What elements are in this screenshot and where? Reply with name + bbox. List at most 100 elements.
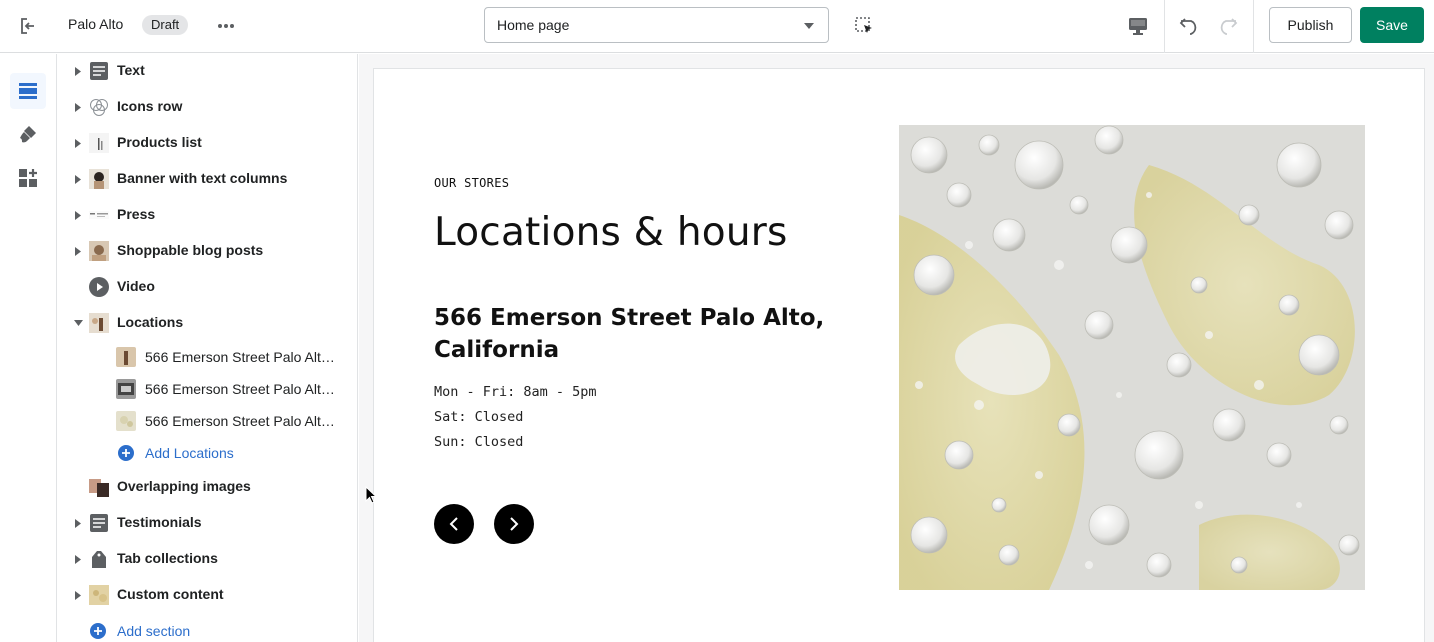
redo-icon <box>1220 18 1238 35</box>
section-eyebrow: OUR STORES <box>434 176 510 190</box>
hours-line: Sun: Closed <box>434 434 524 450</box>
hours-line: Sat: Closed <box>434 409 524 425</box>
section-item-tab-collections[interactable]: Tab collections <box>57 541 357 577</box>
custom-content-thumbnail <box>88 584 110 606</box>
app-embeds-icon <box>19 169 37 187</box>
section-label: Text <box>117 62 145 78</box>
overlapping-images-thumbnail <box>88 476 110 498</box>
rail-app-embeds-button[interactable] <box>10 160 46 196</box>
section-item-text[interactable]: Text <box>57 54 357 89</box>
section-label: Products list <box>117 134 202 150</box>
blog-thumbnail <box>88 240 110 262</box>
location-block-label: 566 Emerson Street Palo Alto, California <box>145 349 341 365</box>
text-section-icon <box>88 60 110 82</box>
store-hours: Mon - Fri: 8am - 5pm Sat: Closed Sun: Cl… <box>434 380 597 455</box>
section-item-shoppable-blog-posts[interactable]: Shoppable blog posts <box>57 233 357 269</box>
chevron-right-icon[interactable] <box>75 591 81 600</box>
chevron-right-icon[interactable] <box>75 211 81 220</box>
exit-icon <box>21 18 34 34</box>
section-label: Shoppable blog posts <box>117 242 264 258</box>
store-name: Palo Alto <box>68 16 124 32</box>
locations-thumbnail <box>88 312 110 334</box>
add-circle-icon <box>90 623 106 639</box>
section-item-custom-content[interactable]: Custom content <box>57 577 357 613</box>
save-button[interactable]: Save <box>1360 7 1424 43</box>
section-item-products-list[interactable]: Products list <box>57 125 357 161</box>
section-item-testimonials[interactable]: Testimonials <box>57 505 357 541</box>
section-item-banner-with-text-columns[interactable]: Banner with text columns <box>57 161 357 197</box>
section-label: Custom content <box>117 586 224 602</box>
section-label: Press <box>117 206 156 222</box>
editor-top-bar: Palo Alto Draft Home page Publish Save <box>0 0 1434 53</box>
location-block-thumbnail <box>116 347 136 367</box>
hours-line: Mon - Fri: 8am - 5pm <box>434 384 597 400</box>
section-item-overlapping-images[interactable]: Overlapping images <box>57 469 357 505</box>
products-list-thumbnail <box>88 132 110 154</box>
press-thumbnail <box>88 204 110 226</box>
page-selector-value: Home page <box>497 17 570 33</box>
oil-bubbles-texture-image <box>899 125 1365 590</box>
location-block-item[interactable]: 566 Emerson Street Palo Alto, California <box>57 405 357 437</box>
section-item-video[interactable]: Video <box>57 269 357 305</box>
location-block-item[interactable]: 566 Emerson Street Palo Alto, California <box>57 373 357 405</box>
desktop-preview-button[interactable] <box>1122 10 1154 42</box>
chevron-right-icon <box>510 517 519 531</box>
more-actions-button[interactable] <box>212 12 240 40</box>
section-item-locations[interactable]: Locations <box>57 305 357 341</box>
chevron-left-icon <box>449 517 458 531</box>
banner-thumbnail <box>88 168 110 190</box>
inspector-toggle-button[interactable] <box>848 10 880 42</box>
chevron-right-icon[interactable] <box>75 519 81 528</box>
sections-panel: Text Icons row Products list Banner with… <box>57 54 358 642</box>
section-label: Icons row <box>117 98 183 114</box>
section-label: Video <box>117 278 155 294</box>
status-badge: Draft <box>142 15 189 35</box>
text-section-icon <box>88 512 110 534</box>
location-block-thumbnail <box>116 379 136 399</box>
sections-icon <box>19 83 37 99</box>
section-label: Testimonials <box>117 514 202 530</box>
location-block-label: 566 Emerson Street Palo Alto, California <box>145 381 341 397</box>
add-section-label: Add section <box>117 623 191 639</box>
publish-button[interactable]: Publish <box>1269 7 1352 43</box>
location-block-label: 566 Emerson Street Palo Alto, California <box>145 413 341 429</box>
rail-theme-settings-button[interactable] <box>10 116 46 152</box>
add-circle-icon <box>118 445 134 461</box>
icons-row-thumbnail <box>88 96 110 118</box>
select-element-icon <box>855 17 872 33</box>
theme-settings-icon <box>20 126 36 143</box>
storefront-preview[interactable]: OUR STORES Locations & hours 566 Emerson… <box>373 68 1425 642</box>
mouse-cursor-icon <box>365 486 377 504</box>
undo-icon <box>1179 18 1197 35</box>
section-item-icons-row[interactable]: Icons row <box>57 89 357 125</box>
undo-button[interactable] <box>1174 10 1206 42</box>
section-item-press[interactable]: Press <box>57 197 357 233</box>
toolbar-divider <box>1253 0 1254 53</box>
chevron-right-icon[interactable] <box>75 103 81 112</box>
exit-editor-button[interactable] <box>10 8 46 44</box>
chevron-right-icon[interactable] <box>75 139 81 148</box>
location-block-thumbnail <box>116 411 136 431</box>
rail-sections-button[interactable] <box>10 73 46 109</box>
next-location-button[interactable] <box>494 504 534 544</box>
add-section-button[interactable]: Add section <box>90 622 290 642</box>
chevron-down-icon[interactable] <box>74 320 83 326</box>
page-selector[interactable]: Home page <box>484 7 829 43</box>
redo-button[interactable] <box>1211 10 1243 42</box>
section-label: Tab collections <box>117 550 218 566</box>
chevron-right-icon[interactable] <box>75 67 81 76</box>
section-label: Banner with text columns <box>117 170 288 186</box>
chevron-right-icon[interactable] <box>75 175 81 184</box>
add-locations-label: Add Locations <box>145 445 234 461</box>
add-locations-block-button[interactable]: Add Locations <box>118 444 318 464</box>
location-block-item[interactable]: 566 Emerson Street Palo Alto, California <box>57 341 357 373</box>
video-play-icon <box>88 276 110 298</box>
section-label: Locations <box>117 314 184 330</box>
desktop-icon <box>1129 18 1147 35</box>
chevron-right-icon[interactable] <box>75 247 81 256</box>
tag-icon <box>88 548 110 570</box>
previous-location-button[interactable] <box>434 504 474 544</box>
chevron-right-icon[interactable] <box>75 555 81 564</box>
caret-down-icon <box>804 23 814 29</box>
section-label: Overlapping images <box>117 478 251 494</box>
